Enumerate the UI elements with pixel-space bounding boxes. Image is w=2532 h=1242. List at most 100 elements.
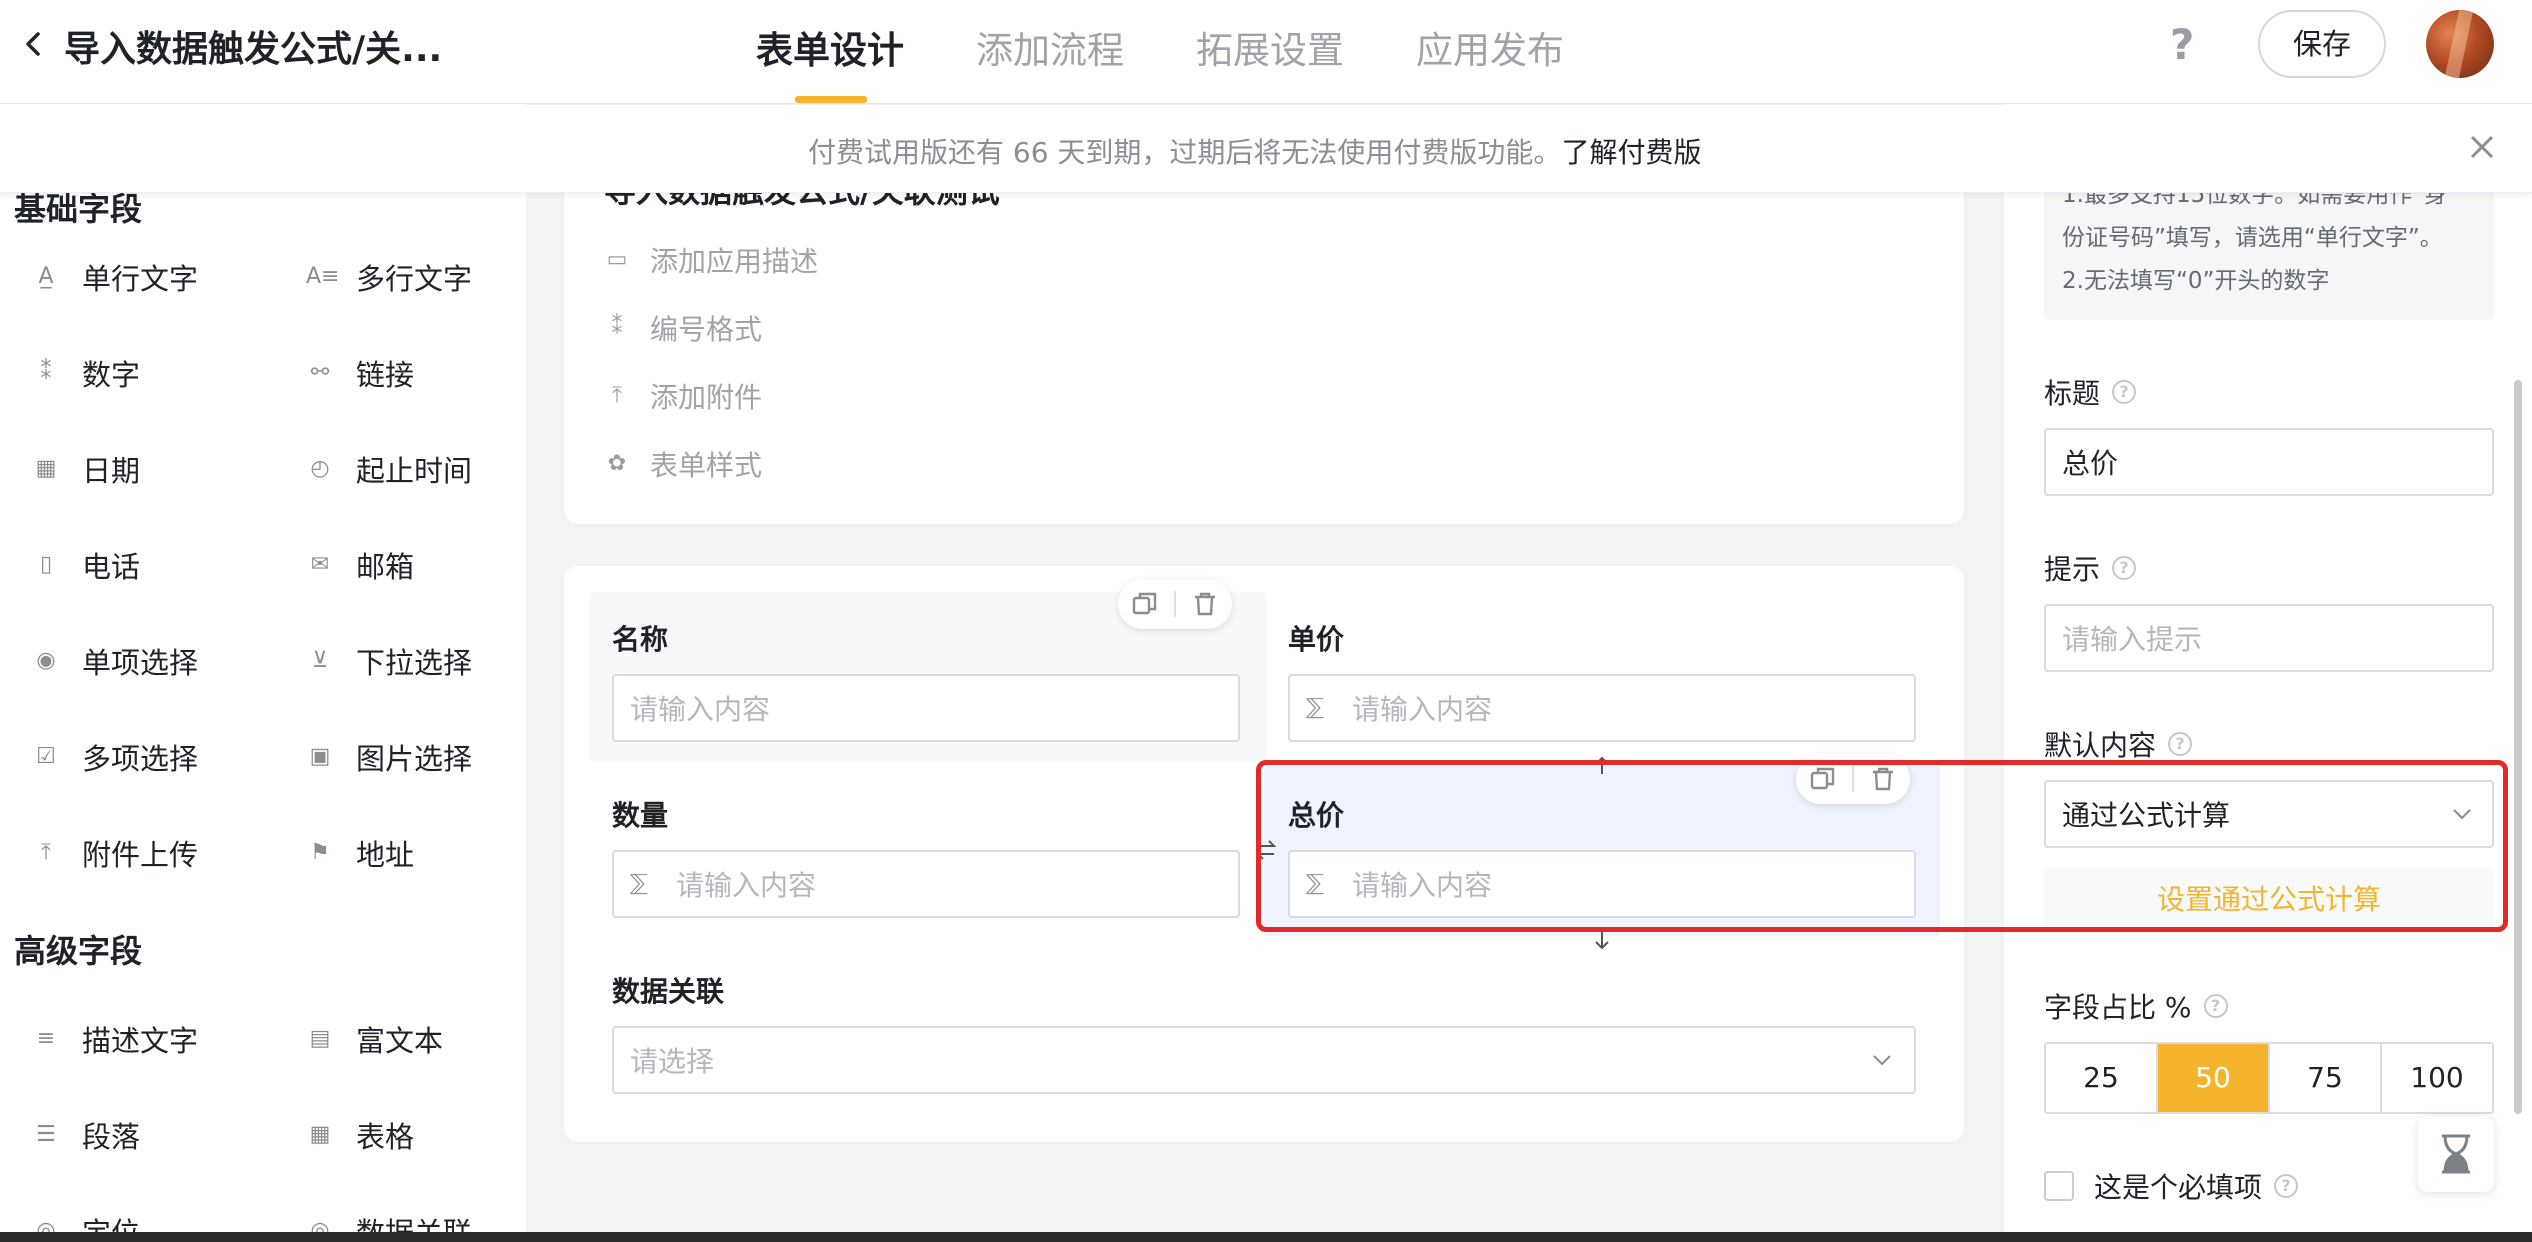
help-circle-icon[interactable]: ? — [2168, 732, 2193, 756]
palette-item-label: 图片选择 — [356, 742, 473, 776]
required-checkbox[interactable] — [2044, 1171, 2074, 1201]
palette-item-label: 描述文字 — [82, 1024, 199, 1058]
field-label-total-price: 总价 — [1288, 799, 1345, 832]
field-palette: 基础字段 A̲ 单行文字 A≡ 多行文字 ⁑ 数字 ⚯ 链接 ▦ 日期 ◴ 起止… — [0, 104, 526, 1242]
help-circle-icon[interactable]: ? — [2203, 994, 2228, 1018]
toolbar-separator — [1174, 591, 1176, 617]
location-icon: ⚑ — [310, 840, 330, 865]
palette-single-line-text[interactable]: A̲ 单行文字 — [10, 252, 240, 302]
palette-attachment-upload[interactable]: ⤒ 附件上传 — [10, 828, 240, 878]
palette-link[interactable]: ⚯ 链接 — [284, 348, 514, 398]
trash-icon[interactable] — [1190, 589, 1220, 619]
palette-item-label: 电话 — [82, 550, 141, 584]
palette-dropdown-choice[interactable]: ⊻ 下拉选择 — [284, 636, 514, 686]
palette-single-choice[interactable]: ◉ 单项选择 — [10, 636, 240, 686]
tab-app-publish[interactable]: 应用发布 — [1416, 20, 1564, 74]
move-up-icon[interactable] — [1590, 754, 1614, 778]
option-label: 表单样式 — [650, 449, 763, 482]
input-placeholder: 请输入内容 — [630, 693, 771, 726]
help-circle-icon[interactable]: ? — [2112, 380, 2137, 404]
name-input[interactable]: 请输入内容 — [612, 674, 1240, 742]
avatar[interactable] — [2426, 10, 2494, 78]
default-content-value: 通过公式计算 — [2062, 799, 2231, 832]
move-down-icon[interactable] — [1590, 928, 1614, 952]
richtext-icon: ▤ — [309, 1026, 331, 1051]
quantity-input[interactable]: ⅀ 请输入内容 — [612, 850, 1240, 918]
option-label: 添加附件 — [650, 381, 763, 414]
number-format[interactable]: ⁑ 编号格式 — [604, 308, 763, 348]
ratio-option-75[interactable]: 75 — [2270, 1044, 2382, 1112]
tab-extended-settings[interactable]: 拓展设置 — [1196, 20, 1344, 74]
tab-form-design[interactable]: 表单设计 — [756, 20, 904, 74]
help-circle-icon[interactable]: ? — [2274, 1174, 2299, 1198]
help-icon[interactable]: ? — [2170, 20, 2194, 69]
add-app-description[interactable]: ▭ 添加应用描述 — [604, 240, 818, 280]
hint-line: 份证号码”填写，请选用“单行文字”。 — [2062, 225, 2443, 251]
palette-item-label: 多项选择 — [82, 742, 199, 776]
input-placeholder: 请输入内容 — [1352, 693, 1493, 726]
field-ratio-label-text: 字段占比 % — [2044, 991, 2192, 1024]
palette-rich-text[interactable]: ▤ 富文本 — [284, 1014, 514, 1064]
palette-item-label: 单行文字 — [82, 262, 199, 296]
palette-item-label: 表格 — [356, 1120, 415, 1154]
palette-time-range[interactable]: ◴ 起止时间 — [284, 444, 514, 494]
palette-paragraph[interactable]: ☰ 段落 — [10, 1110, 240, 1160]
form-style[interactable]: ✿ 表单样式 — [604, 444, 762, 484]
ratio-option-100[interactable]: 100 — [2382, 1044, 2492, 1112]
default-content-select[interactable]: 通过公式计算 — [2044, 780, 2494, 848]
trash-icon[interactable] — [1868, 764, 1898, 794]
hourglass-button[interactable] — [2418, 1116, 2494, 1192]
palette-item-label: 单项选择 — [82, 646, 199, 680]
total-price-input[interactable]: ⅀ 请输入内容 — [1288, 850, 1916, 918]
palette-item-label: 附件上传 — [82, 838, 199, 872]
back-arrow-icon[interactable] — [14, 24, 54, 64]
palette-multi-line-text[interactable]: A≡ 多行文字 — [284, 252, 514, 302]
palette-item-label: 富文本 — [356, 1024, 444, 1058]
close-icon[interactable] — [2462, 127, 2502, 167]
field-label-quantity: 数量 — [612, 799, 669, 832]
unit-price-input[interactable]: ⅀ 请输入内容 — [1288, 674, 1916, 742]
time-range-icon: ◴ — [310, 456, 330, 481]
trial-notice-bar: 付费试用版还有 66 天到期，过期后将无法使用付费版功能。了解付费版 — [0, 105, 2532, 193]
palette-email[interactable]: ✉ 邮箱 — [284, 540, 514, 590]
properties-scrollbar[interactable] — [2514, 380, 2522, 1114]
paragraph-icon: ☰ — [36, 1122, 56, 1147]
palette-image-choice[interactable]: ▣ 图片选择 — [284, 732, 514, 782]
trial-notice-text: 付费试用版还有 66 天到期，过期后将无法使用付费版功能。了解付费版 — [808, 131, 1701, 171]
save-button[interactable]: 保存 — [2258, 10, 2386, 78]
upload-icon: ⤒ — [612, 383, 622, 408]
tab-add-workflow[interactable]: 添加流程 — [976, 20, 1124, 74]
mail-icon: ✉ — [310, 552, 330, 577]
ratio-option-50[interactable]: 50 — [2158, 1044, 2270, 1112]
swap-icon[interactable] — [1254, 838, 1278, 862]
palette-multi-choice[interactable]: ☑ 多项选择 — [10, 732, 240, 782]
toolbar-separator — [1852, 766, 1854, 792]
learn-paid-link[interactable]: 了解付费版 — [1561, 136, 1701, 169]
add-attachment[interactable]: ⤒ 添加附件 — [604, 376, 762, 416]
title-input[interactable]: 总价 — [2044, 428, 2494, 496]
field-ratio-label: 字段占比 % ? — [2044, 986, 2228, 1026]
palette-date[interactable]: ▦ 日期 — [10, 444, 240, 494]
palette-description-text[interactable]: ≡ 描述文字 — [10, 1014, 240, 1064]
ratio-option-25[interactable]: 25 — [2046, 1044, 2158, 1112]
data-link-select[interactable]: 请选择 — [612, 1026, 1916, 1094]
default-content-label: 默认内容 ? — [2044, 724, 2193, 764]
number-icon: ⅀ — [1306, 871, 1324, 896]
text-line-icon: A̲ — [38, 264, 54, 289]
set-formula-button[interactable]: 设置通过公式计算 — [2044, 868, 2494, 932]
palette-number[interactable]: ⁑ 数字 — [10, 348, 240, 398]
field-label-unit-price: 单价 — [1288, 623, 1345, 656]
app-title[interactable]: 导入数据触发公式/关... — [64, 20, 442, 72]
number-icon: ⅀ — [1306, 695, 1324, 720]
palette-address[interactable]: ⚑ 地址 — [284, 828, 514, 878]
palette-phone[interactable]: ▯ 电话 — [10, 540, 240, 590]
upload-icon: ⤒ — [41, 840, 51, 865]
help-circle-icon[interactable]: ? — [2112, 556, 2137, 580]
number-format-icon: ⁑ — [611, 315, 623, 340]
selected-field-toolbar — [1796, 754, 1910, 804]
copy-icon[interactable] — [1130, 589, 1160, 619]
palette-item-label: 数字 — [82, 358, 141, 392]
hint-input[interactable]: 请输入提示 — [2044, 604, 2494, 672]
copy-icon[interactable] — [1808, 764, 1838, 794]
palette-table[interactable]: ▦ 表格 — [284, 1110, 514, 1160]
